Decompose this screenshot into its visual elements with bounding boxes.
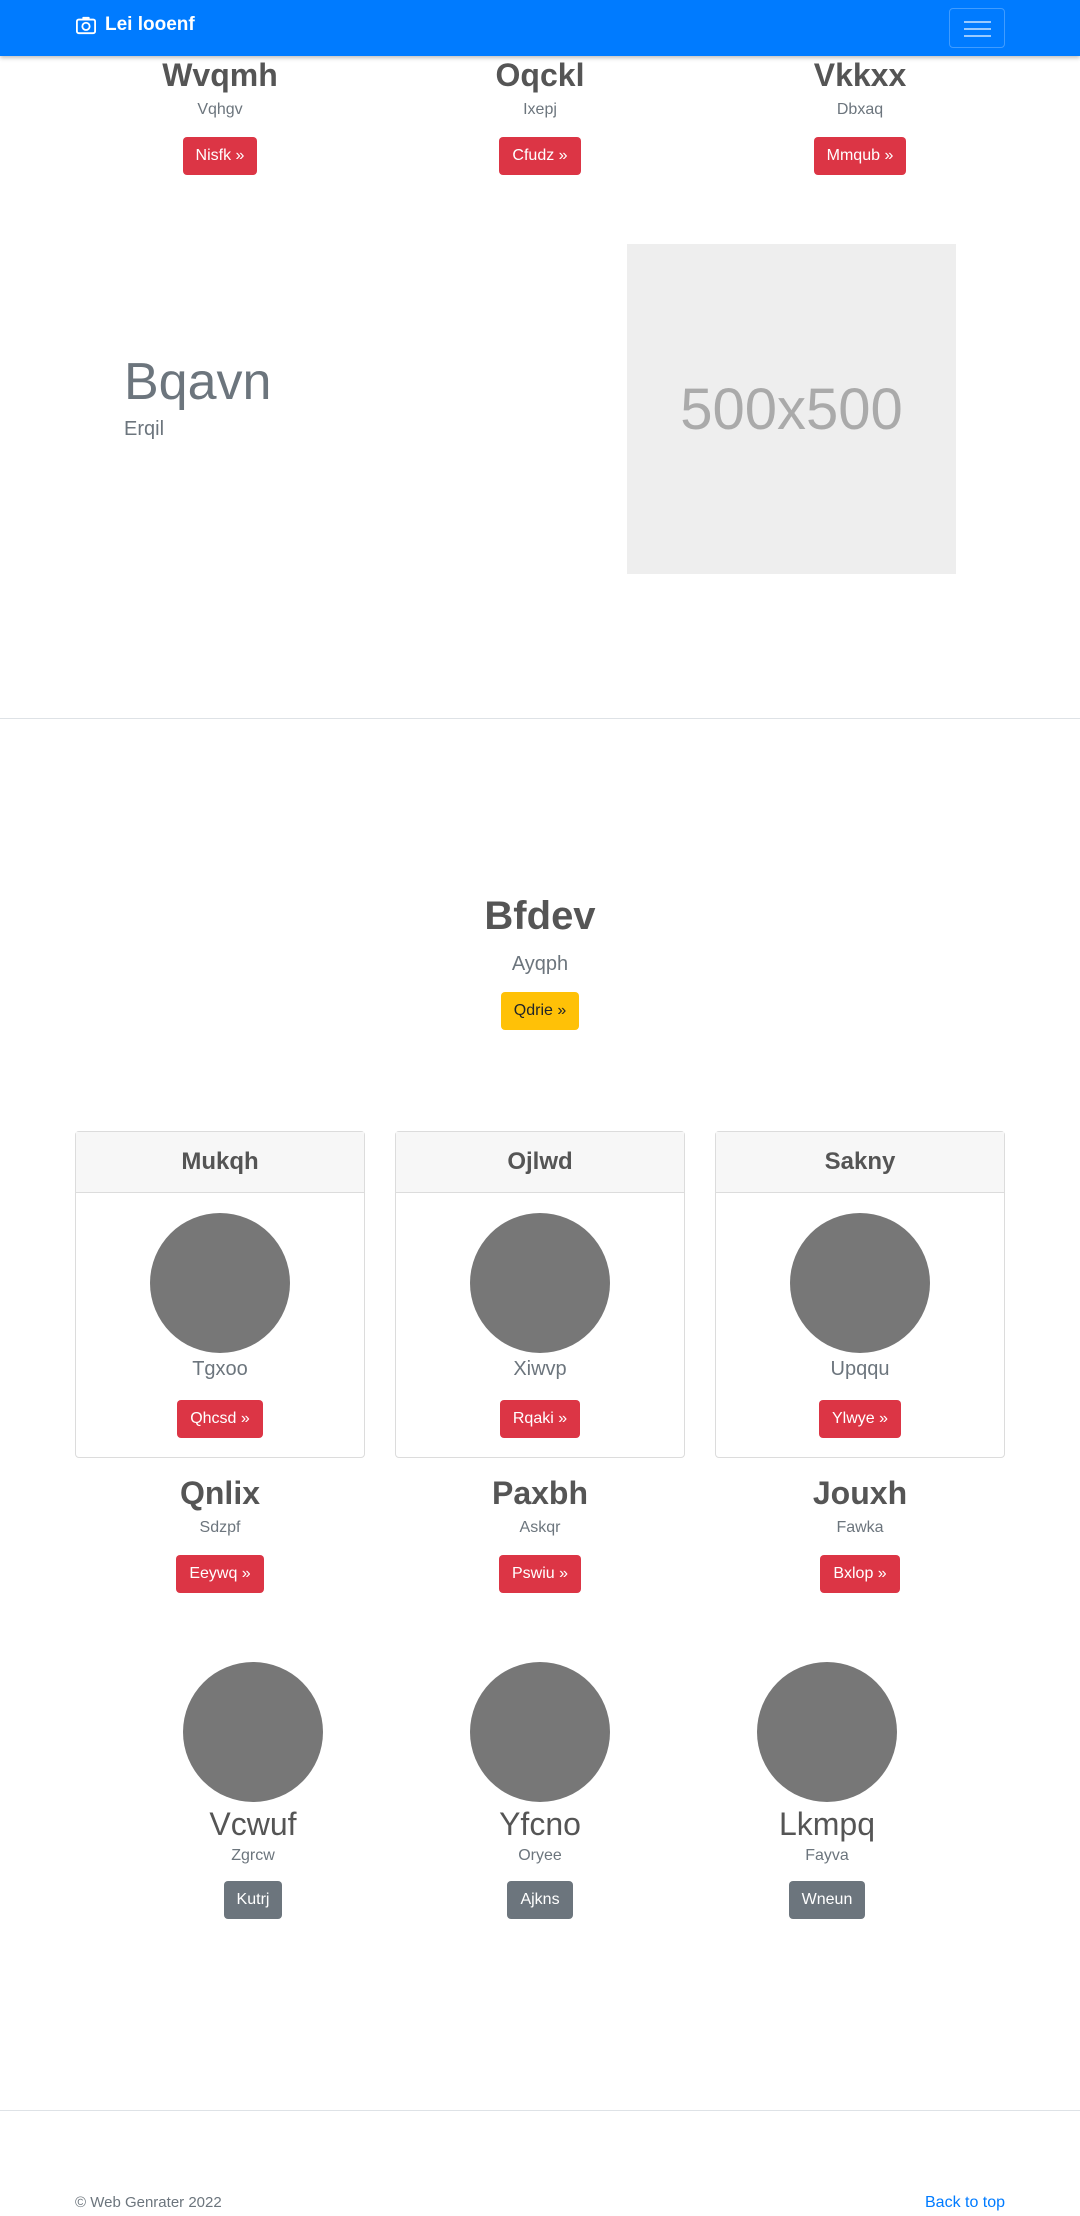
mid-column: Jouxh Fawka Bxlop »	[715, 1475, 1005, 1593]
column-subtitle: Sdzpf	[199, 1519, 241, 1536]
mid-column: Paxbh Askqr Pswiu »	[395, 1475, 685, 1593]
image-label: 500x500	[680, 376, 903, 442]
back-to-top-link[interactable]: Back to top	[925, 2194, 1005, 2212]
card-caption: Tgxoo	[192, 1358, 248, 1380]
profile-subtitle: Zgrcw	[231, 1847, 275, 1864]
card-button[interactable]: Ylwye »	[818, 1400, 902, 1438]
card-header: Ojlwd	[396, 1132, 684, 1193]
card: Sakny Upqqu Ylwye »	[715, 1131, 1005, 1458]
profile: Yfcno Oryee Ajkns	[440, 1662, 640, 1919]
feature-subtitle: Erqil	[124, 418, 165, 440]
card-caption: Upqqu	[830, 1358, 890, 1380]
column-subtitle: Vqhgv	[197, 101, 243, 118]
profile-name: Vcwuf	[209, 1806, 297, 1842]
column-title: Qnlix	[179, 1475, 260, 1511]
footer-copyright: © Web Genrater 2022	[75, 2194, 222, 2211]
feature-image-placeholder: 500x500	[627, 244, 956, 574]
profile-button[interactable]: Wneun	[788, 1881, 866, 1919]
profile-button[interactable]: Ajkns	[507, 1881, 573, 1919]
column-button[interactable]: Mmqub »	[813, 137, 907, 175]
card-header: Mukqh	[76, 1132, 364, 1193]
profile: Vcwuf Zgrcw Kutrj	[153, 1662, 353, 1919]
card-image	[150, 1213, 290, 1353]
navbar: Lei looenf	[0, 0, 1080, 56]
top-column: Oqckl Ixepj Cfudz »	[395, 57, 685, 175]
hamburger-icon	[964, 21, 991, 23]
column-button[interactable]: Bxlop »	[820, 1555, 900, 1593]
column-button[interactable]: Nisfk »	[182, 137, 258, 175]
column-button[interactable]: Pswiu »	[498, 1555, 582, 1593]
feature-title: Bqavn	[124, 353, 272, 411]
section-divider	[0, 718, 1080, 719]
profile-avatar	[757, 1662, 897, 1802]
card-header: Sakny	[716, 1132, 1004, 1193]
top-column: Wvqmh Vqhgv Nisfk »	[75, 57, 365, 175]
profile: Lkmpq Fayva Wneun	[727, 1662, 927, 1919]
profile-button[interactable]: Kutrj	[223, 1881, 283, 1919]
card-button[interactable]: Rqaki »	[499, 1400, 581, 1438]
card-caption: Xiwvp	[513, 1358, 567, 1380]
column-title: Jouxh	[812, 1475, 908, 1511]
profile-name: Yfcno	[499, 1806, 581, 1842]
brand-label: Lei looenf	[105, 14, 195, 35]
card: Mukqh Tgxoo Qhcsd »	[75, 1131, 365, 1458]
profile-subtitle: Fayva	[805, 1847, 849, 1864]
camera-icon	[76, 16, 96, 35]
column-title: Wvqmh	[162, 57, 278, 93]
footer-divider	[0, 2110, 1080, 2111]
column-title: Oqckl	[495, 57, 585, 93]
brand-link[interactable]: Lei looenf	[75, 14, 195, 36]
profile-avatar	[470, 1662, 610, 1802]
card-button[interactable]: Qhcsd »	[177, 1400, 263, 1438]
card: Ojlwd Xiwvp Rqaki »	[395, 1131, 685, 1458]
hero-subtitle: Ayqph	[511, 953, 569, 975]
column-button[interactable]: Eeywq »	[176, 1555, 264, 1593]
profile-avatar	[183, 1662, 323, 1802]
top-column: Vkkxx Dbxaq Mmqub »	[715, 57, 1005, 175]
column-button[interactable]: Cfudz »	[499, 137, 581, 175]
column-subtitle: Askqr	[519, 1519, 561, 1536]
column-subtitle: Dbxaq	[836, 101, 884, 118]
navbar-toggler[interactable]	[949, 8, 1005, 48]
card-image	[790, 1213, 930, 1353]
column-title: Paxbh	[491, 1475, 589, 1511]
hero-title: Bfdev	[484, 894, 596, 938]
profile-name: Lkmpq	[778, 1806, 876, 1842]
profile-subtitle: Oryee	[518, 1847, 562, 1864]
column-title: Vkkxx	[813, 57, 907, 93]
hero-button[interactable]: Qdrie »	[500, 992, 580, 1030]
card-image	[470, 1213, 610, 1353]
column-subtitle: Ixepj	[523, 101, 557, 118]
mid-column: Qnlix Sdzpf Eeywq »	[75, 1475, 365, 1593]
column-subtitle: Fawka	[836, 1519, 884, 1536]
hero-section: Bfdev Ayqph Qdrie »	[0, 894, 1080, 1030]
